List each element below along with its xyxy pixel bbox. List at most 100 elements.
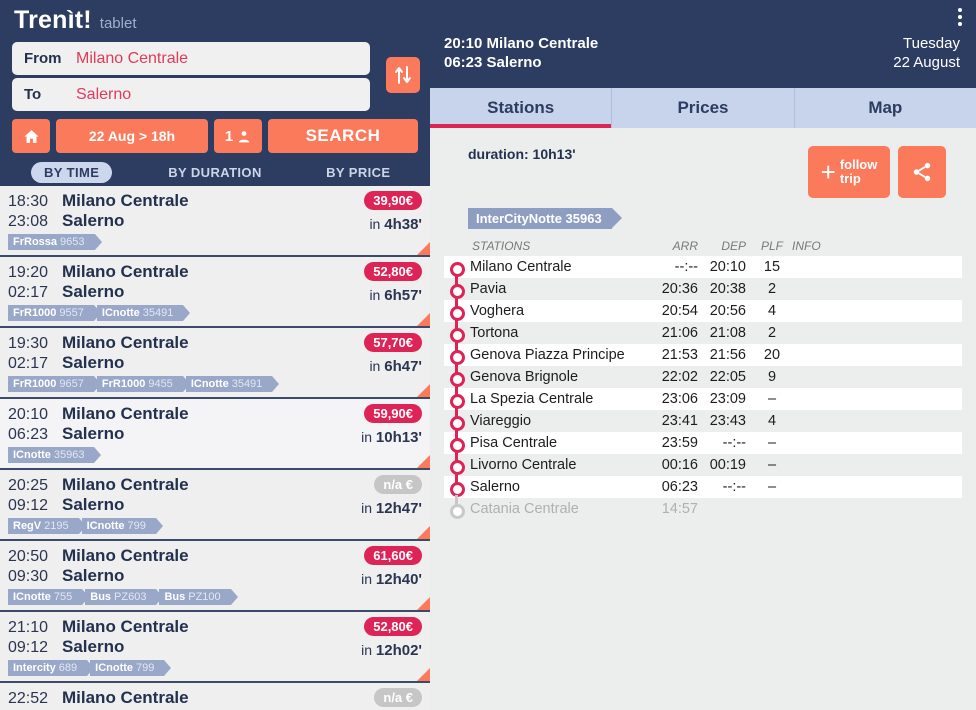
station-dot-icon	[444, 257, 470, 281]
sort-tab-by-duration-label: BY DURATION	[168, 165, 262, 180]
station-dot-icon	[444, 451, 470, 479]
station-departure-time: 23:43	[709, 413, 746, 429]
station-dot-icon	[444, 319, 470, 347]
result-duration-value: 12h47'	[375, 500, 422, 517]
result-row[interactable]: 21:10 Milano Centrale 09:12 Salerno 52,80€ in…	[0, 612, 430, 683]
sort-tab-by-time[interactable]: BY TIME	[0, 159, 143, 186]
train-tag-name: Intercity	[13, 662, 56, 674]
swap-stations-button[interactable]	[386, 57, 420, 93]
train-tag: ICnotte 799	[90, 660, 172, 676]
station-row[interactable]: Genova Brignole 22:02 22:05 9	[444, 363, 962, 391]
train-tag-number: 755	[53, 591, 73, 603]
station-dot-icon	[444, 473, 470, 501]
detail-header-date: Tuesday 22 August	[893, 34, 960, 88]
result-corner-marker	[417, 242, 430, 255]
result-row[interactable]: 20:10 Milano Centrale 06:23 Salerno 59,90€ in…	[0, 399, 430, 470]
result-arrival-time: 09:30	[8, 568, 49, 585]
station-name: Viareggio	[470, 413, 532, 429]
result-price-badge: n/a €	[374, 475, 422, 494]
passenger-count: 1	[224, 127, 234, 145]
station-row[interactable]: Milano Centrale --:-- 20:10 15	[444, 256, 962, 281]
result-arrival-station: Salerno	[62, 282, 125, 301]
station-arrival-time: 20:36	[661, 281, 698, 297]
from-label: From	[24, 50, 62, 67]
station-dot-icon	[444, 429, 470, 457]
train-tag-number: 35491	[142, 307, 174, 319]
result-departure-time: 19:20	[8, 264, 49, 281]
result-departure: 20:10 Milano Centrale	[8, 404, 422, 424]
train-tag: ICnotte 755	[8, 589, 90, 605]
result-arrival-time: 02:17	[8, 284, 49, 301]
station-row[interactable]: Tortona 21:06 21:08 2	[444, 319, 962, 347]
result-duration-value: 4h38'	[384, 216, 422, 233]
tab-map[interactable]: Map	[795, 88, 976, 128]
train-tag: Bus PZ100	[159, 589, 238, 605]
sort-tab-by-duration[interactable]: BY DURATION	[143, 159, 286, 186]
train-tag-name: Bus	[164, 591, 186, 603]
result-departure-time: 20:10	[8, 406, 49, 423]
station-departure-time: 21:56	[709, 347, 746, 363]
train-tag-name: ICnotte	[13, 449, 51, 461]
train-tag-number: PZ603	[114, 591, 147, 603]
home-button[interactable]	[12, 119, 50, 153]
station-row[interactable]: Pisa Centrale 23:59 --:-- –	[444, 429, 962, 457]
station-arrival-time: 21:06	[661, 325, 698, 341]
search-button[interactable]: SEARCH	[268, 119, 418, 153]
kebab-menu-icon[interactable]	[958, 8, 962, 29]
result-row[interactable]: 18:30 Milano Centrale 23:08 Salerno 39,90€ in…	[0, 186, 430, 257]
result-row[interactable]: 20:50 Milano Centrale 09:30 Salerno 61,60€ in…	[0, 541, 430, 612]
station-info	[792, 300, 962, 322]
result-duration: in 6h57'	[369, 287, 422, 304]
date-time-button[interactable]: 22 Aug > 18h	[56, 119, 208, 153]
result-duration: in 4h38'	[369, 216, 422, 233]
train-tag: FrRossa 9653	[8, 234, 101, 250]
station-name: Genova Piazza Principe	[470, 347, 625, 363]
person-icon	[238, 130, 250, 142]
station-platform: 2	[767, 281, 777, 297]
result-corner-marker	[417, 384, 430, 397]
share-button[interactable]	[898, 146, 946, 198]
station-departure-time: 20:56	[709, 303, 746, 319]
to-value: Salerno	[76, 85, 132, 103]
sort-tab-by-time-label: BY TIME	[31, 162, 113, 183]
station-departure-time: --:--	[722, 479, 746, 495]
tab-stations[interactable]: Stations	[430, 88, 613, 128]
from-field[interactable]: From Milano Centrale	[12, 42, 370, 75]
station-platform: 4	[767, 303, 777, 319]
station-row[interactable]: Genova Piazza Principe 21:53 21:56 20	[444, 341, 962, 369]
station-row[interactable]: Salerno 06:23 --:-- –	[444, 473, 962, 501]
result-row[interactable]: 19:30 Milano Centrale 02:17 Salerno 57,70€ in…	[0, 328, 430, 399]
result-duration-value: 6h47'	[384, 358, 422, 375]
train-tag-number: 9653	[60, 236, 85, 248]
station-row[interactable]: Voghera 20:54 20:56 4	[444, 297, 962, 325]
station-departure-time	[704, 498, 752, 520]
result-row[interactable]: 19:20 Milano Centrale 02:17 Salerno 52,80€ in…	[0, 257, 430, 328]
station-row[interactable]: La Spezia Centrale 23:06 23:09 –	[444, 385, 962, 413]
station-platform: –	[767, 457, 777, 473]
follow-trip-button[interactable]: + follow trip	[808, 146, 890, 198]
station-row[interactable]: Pavia 20:36 20:38 2	[444, 275, 962, 303]
station-info	[792, 256, 962, 278]
station-row[interactable]: Viareggio 23:41 23:43 4	[444, 407, 962, 435]
train-tag-wrap: InterCityNotte 35963	[444, 208, 962, 229]
sort-tab-by-price[interactable]: BY PRICE	[287, 159, 430, 186]
station-platform: 2	[767, 325, 777, 341]
col-arr: ARR	[672, 239, 698, 253]
result-arrival: 02:17 Salerno	[8, 282, 422, 302]
station-arrival-time: 00:16	[661, 457, 698, 473]
result-row[interactable]: 20:25 Milano Centrale 09:12 Salerno n/a € in …	[0, 470, 430, 541]
passengers-button[interactable]: 1	[214, 119, 262, 153]
station-departure-time: 20:10	[709, 259, 746, 275]
from-value: Milano Centrale	[76, 49, 189, 67]
station-row[interactable]: Catania Centrale 14:57	[444, 495, 962, 520]
train-tag: ICnotte 35963	[8, 447, 103, 463]
result-arrival: 09:12 Salerno	[8, 495, 422, 515]
tab-prices[interactable]: Prices	[612, 88, 795, 128]
station-row[interactable]: Livorno Centrale 00:16 00:19 –	[444, 451, 962, 479]
to-field[interactable]: To Salerno	[12, 78, 370, 111]
result-departure-station: Milano Centrale	[62, 546, 189, 565]
detail-arrival-line: 06:23 Salerno	[444, 54, 542, 71]
result-row[interactable]: 22:52 Milano Centrale n/a €	[0, 683, 430, 710]
share-icon	[913, 162, 931, 182]
results-list[interactable]: 18:30 Milano Centrale 23:08 Salerno 39,90€ in…	[0, 186, 430, 710]
